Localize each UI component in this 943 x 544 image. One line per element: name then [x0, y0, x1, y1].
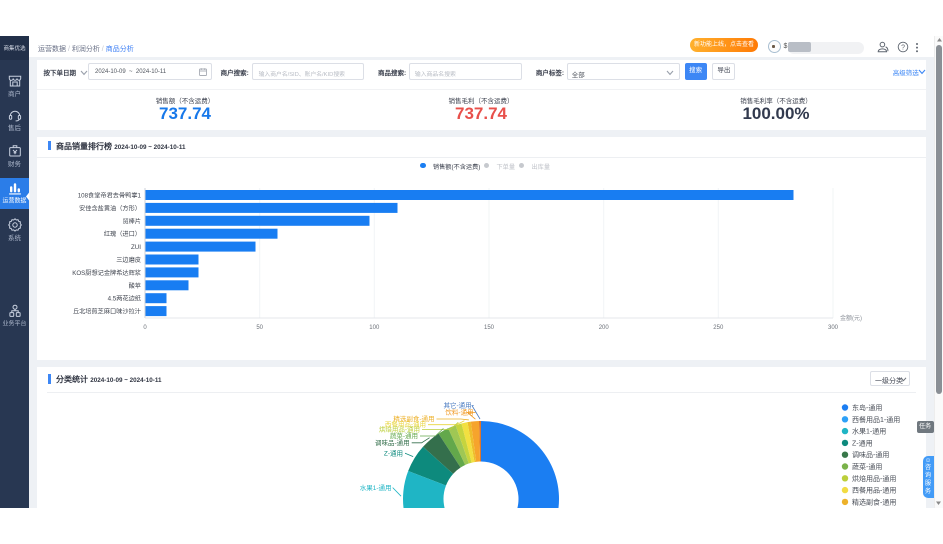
svg-text:150: 150	[484, 325, 495, 331]
svg-text:安佳含盐黄油（方形）: 安佳含盐黄油（方形）	[79, 204, 141, 212]
svg-text:精选副食-通用: 精选副食-通用	[852, 497, 896, 506]
svg-text:300: 300	[828, 325, 839, 331]
svg-text:饮料-通用: 饮料-通用	[445, 407, 473, 416]
svg-text:50: 50	[256, 325, 263, 331]
svg-text:酸苹: 酸苹	[129, 281, 141, 289]
svg-text:调味品-通用: 调味品-通用	[852, 450, 889, 459]
svg-text:250: 250	[713, 325, 724, 331]
svg-text:西餐用品1-通用: 西餐用品1-通用	[852, 415, 900, 424]
svg-text:水果1-通用: 水果1-通用	[360, 483, 392, 492]
svg-text:?: ?	[901, 44, 905, 51]
svg-text:200: 200	[599, 325, 610, 331]
svg-text:108食堂帝君去骨鸭掌1: 108食堂帝君去骨鸭掌1	[78, 191, 142, 199]
svg-text:100: 100	[369, 325, 380, 331]
svg-text:水果1-通用: 水果1-通用	[852, 427, 886, 436]
svg-text:KOS厨想记金牌希达辉浆: KOS厨想记金牌希达辉浆	[72, 268, 141, 276]
svg-text:红瑰（进口）: 红瑰（进口）	[104, 230, 141, 238]
svg-text:调味品-通用: 调味品-通用	[375, 438, 410, 447]
svg-text:金额(元): 金额(元)	[840, 314, 862, 322]
svg-text:4.5两花边纸: 4.5两花边纸	[108, 294, 141, 302]
svg-text:丘北培煎芝麻口味沙拉汁: 丘北培煎芝麻口味沙拉汁	[73, 307, 141, 315]
svg-text:烘焙用品-通用: 烘焙用品-通用	[852, 474, 896, 483]
svg-text:蔬菜-通用: 蔬菜-通用	[852, 462, 882, 471]
svg-text:蔬菜-通用: 蔬菜-通用	[390, 431, 418, 440]
svg-text:西餐用品-通用: 西餐用品-通用	[852, 486, 896, 495]
svg-text:0: 0	[143, 325, 147, 331]
svg-text:Z-通用: Z-通用	[384, 448, 403, 457]
svg-text:Z-通用: Z-通用	[852, 438, 873, 447]
svg-text:ZUI: ZUI	[131, 244, 141, 251]
svg-text:其它-通用: 其它-通用	[444, 401, 472, 410]
svg-text:三边磨皮: 三边磨皮	[116, 256, 141, 264]
svg-text:贸棒片: 贸棒片	[122, 217, 141, 225]
svg-text:东岛-通用: 东岛-通用	[852, 403, 882, 412]
